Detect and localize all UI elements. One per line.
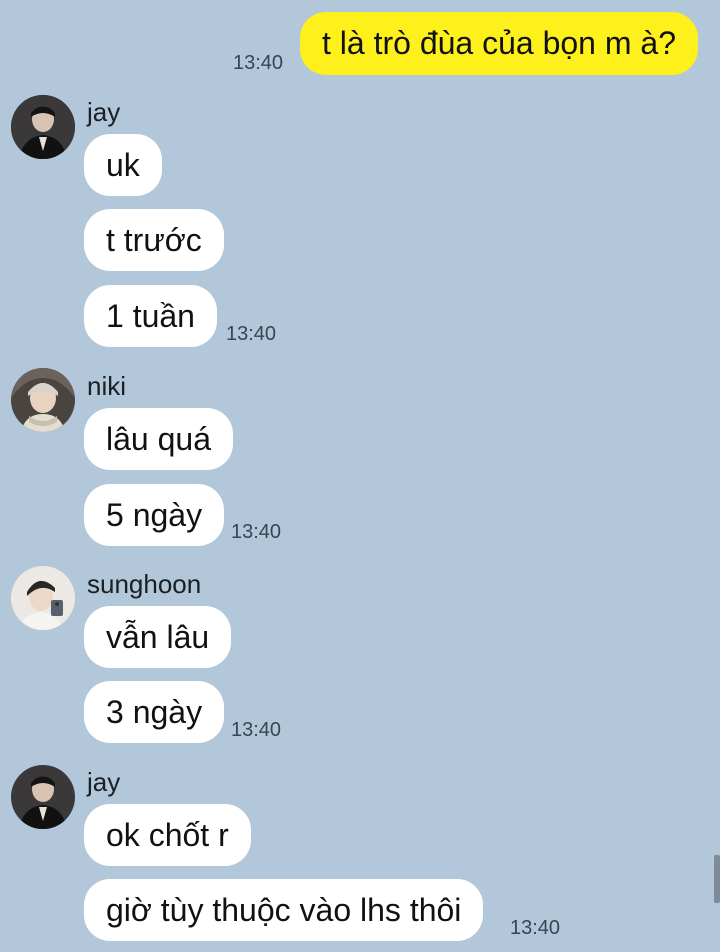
message-bubble[interactable]: 1 tuần bbox=[84, 285, 217, 347]
message-time: 13:40 bbox=[233, 52, 284, 74]
sender-name: sunghoon bbox=[87, 569, 202, 599]
message-bubble[interactable]: lâu quá bbox=[84, 408, 233, 470]
message-bubble[interactable]: t trước bbox=[84, 209, 224, 271]
jay-avatar-image bbox=[11, 765, 75, 829]
sunghoon-avatar-image bbox=[11, 566, 75, 630]
niki-avatar-image bbox=[11, 368, 75, 432]
message-bubble[interactable]: 5 ngày bbox=[84, 484, 225, 546]
chat-area: 13:40 t là trò đùa của bọn m à? jay uk t… bbox=[0, 0, 720, 952]
sender-name: jay bbox=[87, 767, 121, 797]
jay-avatar-image bbox=[11, 95, 75, 159]
sender-name: jay bbox=[87, 97, 121, 127]
scrollbar-thumb[interactable] bbox=[714, 855, 720, 903]
message-bubble[interactable]: vẫn lâu bbox=[84, 606, 232, 668]
jay-avatar[interactable] bbox=[11, 95, 75, 159]
sunghoon-avatar[interactable] bbox=[11, 566, 75, 630]
sender-name: niki bbox=[87, 371, 127, 401]
message-time: 13:40 bbox=[226, 323, 277, 345]
message-bubble[interactable]: ok chốt r bbox=[84, 804, 251, 866]
niki-avatar[interactable] bbox=[11, 368, 75, 432]
message-time: 13:40 bbox=[510, 917, 561, 939]
message-bubble[interactable]: uk bbox=[84, 134, 162, 196]
message-time: 13:40 bbox=[231, 521, 282, 543]
outgoing-message-bubble[interactable]: t là trò đùa của bọn m à? bbox=[300, 12, 698, 75]
message-bubble[interactable]: giờ tùy thuộc vào lhs thôi bbox=[84, 879, 484, 941]
message-time: 13:40 bbox=[231, 719, 282, 741]
message-bubble[interactable]: 3 ngày bbox=[84, 681, 225, 743]
jay-avatar[interactable] bbox=[11, 765, 75, 829]
